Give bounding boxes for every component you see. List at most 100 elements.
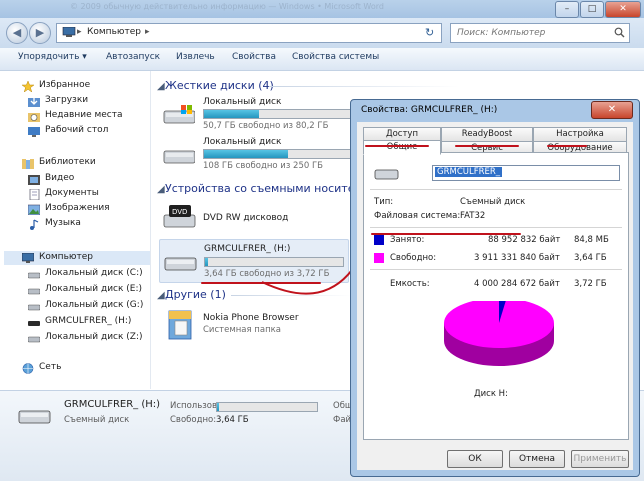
forward-button[interactable]: ▶ (29, 22, 51, 44)
separator (370, 189, 622, 190)
capacity-bytes: 4 000 284 672 байт (474, 279, 560, 289)
collapse-arrow-icon[interactable]: ◢ (157, 290, 165, 301)
hard-disk-icon (28, 304, 40, 311)
group-divider (231, 295, 351, 296)
group-other[interactable]: Другие (1) (165, 288, 226, 301)
folder-type: Системная папка (203, 325, 281, 335)
used-label: Занято: (390, 235, 425, 245)
tab-readyboost[interactable]: ReadyBoost (441, 127, 533, 142)
usb-drive-icon (164, 257, 197, 271)
maximize-button[interactable]: □ (580, 1, 604, 18)
details-cut-label: Фай (333, 415, 352, 425)
usb-drive-icon (374, 169, 399, 180)
drive-usage-fill (204, 110, 259, 118)
command-toolbar: Упорядочить ▾ Автозапуск Извлечь Свойств… (0, 48, 644, 71)
dialog-title: Свойства: GRMCULFRER_ (H:) (361, 105, 498, 115)
details-free-value: 3,64 ГБ (216, 415, 249, 425)
dialog-close-button[interactable]: ✕ (591, 101, 633, 119)
collapse-arrow-icon[interactable]: ◢ (157, 81, 165, 92)
type-label: Тип: (374, 197, 394, 207)
navigation-pane: Избранное Загрузки Недавние места Рабочи… (0, 71, 150, 389)
capacity-label: Емкость: (390, 279, 430, 289)
details-free-label: Свободно: (170, 415, 217, 425)
libraries-icon (22, 159, 34, 169)
details-usage-bar (216, 402, 318, 412)
system-folder-icon (168, 310, 192, 340)
windows-drive-icon (163, 105, 195, 124)
music-library-icon (30, 219, 39, 230)
hard-disk-icon (163, 150, 195, 164)
used-bytes: 88 952 832 байт (488, 235, 561, 245)
details-type: Съемный диск (64, 415, 130, 425)
disk-caption: Диск H: (474, 389, 508, 399)
drive-usage-bar (203, 149, 353, 159)
drive-usage-bar (204, 257, 344, 267)
back-button[interactable]: ◀ (6, 22, 28, 44)
drive-tile[interactable]: Локальный диск 108 ГБ свободно из 250 ГБ (163, 137, 353, 173)
properties-button[interactable]: Свойства (232, 52, 276, 66)
organize-button[interactable]: Упорядочить ▾ (18, 52, 87, 66)
eject-button[interactable]: Извлечь (176, 52, 215, 66)
breadcrumb-separator: ▸ (145, 27, 150, 37)
tab-general[interactable]: Общие (363, 140, 441, 155)
group-divider (269, 86, 459, 87)
drive-name: Локальный диск (203, 137, 282, 147)
system-properties-button[interactable]: Свойства системы (292, 52, 379, 66)
search-input[interactable] (455, 25, 609, 41)
autoplay-button[interactable]: Автозапуск (106, 52, 160, 66)
volume-label-text: GRMCULFRER_ (435, 167, 503, 177)
group-hard-disks[interactable]: Жесткие диски (4) (165, 79, 274, 92)
filesystem-value: FAT32 (460, 211, 486, 221)
separator (370, 227, 622, 228)
search-box[interactable] (450, 23, 630, 43)
dvd-drive-icon: DVD (163, 205, 196, 228)
dvd-drive-tile[interactable]: DVD DVD RW дисковод (163, 203, 333, 233)
drive-free-space: 3,64 ГБ свободно из 3,72 ГБ (204, 269, 330, 279)
drive-free-space: 50,7 ГБ свободно из 80,2 ГБ (203, 121, 329, 131)
dialog-title-bar: Свойства: GRMCULFRER_ (H:) ✕ (351, 100, 639, 122)
search-icon[interactable] (614, 27, 625, 38)
breadcrumb-computer[interactable]: Компьютер (87, 27, 141, 37)
close-button[interactable]: ✕ (605, 1, 641, 18)
desktop-icon (28, 127, 40, 137)
used-color-swatch (374, 235, 384, 245)
usb-drive-icon (28, 321, 40, 326)
title-bar: © 2009 обычную действительно информацию … (0, 0, 644, 18)
used-size: 84,8 МБ (574, 235, 609, 245)
nokia-browser-tile[interactable]: Nokia Phone Browser Системная папка (163, 307, 343, 345)
computer-icon (22, 253, 34, 263)
collapse-arrow-icon[interactable]: ◢ (157, 184, 165, 195)
cancel-button[interactable]: Отмена (509, 450, 565, 468)
free-color-swatch (374, 253, 384, 263)
details-usage-fill (217, 403, 219, 411)
refresh-icon[interactable]: ↻ (425, 26, 434, 39)
separator (370, 269, 622, 270)
video-library-icon (28, 175, 40, 185)
hard-disk-icon (28, 336, 40, 343)
properties-dialog: Свойства: GRMCULFRER_ (H:) ✕ Доступ Read… (350, 99, 640, 477)
usb-drive-tile-selected[interactable]: GRMCULFRER_ (H:) 3,64 ГБ свободно из 3,7… (159, 239, 349, 283)
pictures-library-icon (28, 204, 40, 215)
tab-customize[interactable]: Настройка (533, 127, 627, 142)
drive-name: GRMCULFRER_ (H:) (204, 244, 291, 254)
filesystem-label: Файловая система: (374, 211, 461, 221)
ok-button[interactable]: ОК (447, 450, 503, 468)
window-title: © 2009 обычную действительно информацию … (70, 2, 384, 11)
documents-library-icon (29, 189, 40, 200)
drive-free-space: 108 ГБ свободно из 250 ГБ (203, 161, 323, 171)
apply-button[interactable]: Применить (571, 450, 629, 468)
red-underline-annotation (547, 145, 587, 147)
hard-disk-icon (28, 288, 40, 295)
drive-name: DVD RW дисковод (203, 213, 289, 223)
volume-label-input[interactable]: GRMCULFRER_ (432, 165, 620, 181)
address-field[interactable]: ▸ Компьютер ▸ ↻ (56, 23, 442, 43)
computer-icon (62, 27, 76, 37)
recent-places-icon (28, 113, 40, 122)
network-icon (22, 363, 34, 374)
minimize-button[interactable]: – (555, 1, 579, 18)
free-label: Свободно: (390, 253, 437, 263)
red-underline-annotation (371, 233, 521, 235)
drive-tile[interactable]: Локальный диск 50,7 ГБ свободно из 80,2 … (163, 97, 353, 133)
drive-usage-bar (203, 109, 353, 119)
usb-drive-icon (18, 410, 51, 424)
